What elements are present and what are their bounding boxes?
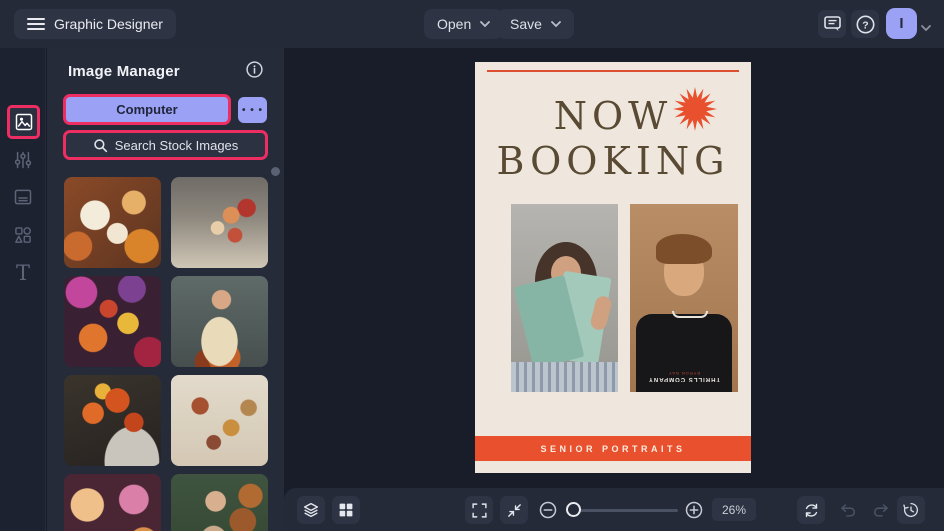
redo-icon <box>873 503 888 517</box>
image-manager-panel: Image Manager Computer • • • Search Stoc… <box>47 48 284 531</box>
zoom-slider-handle[interactable] <box>566 502 581 517</box>
stock-image-thumbnail[interactable] <box>64 276 161 367</box>
shapes-icon <box>15 227 31 243</box>
feedback-icon <box>823 16 841 31</box>
photo-detail <box>511 362 618 392</box>
zoom-level-display[interactable]: 26% <box>712 498 756 521</box>
expand-icon <box>471 502 487 518</box>
open-button-label: Open <box>437 16 472 32</box>
photo-detail: THRILLS COMPANY BYRON BAY <box>636 311 732 392</box>
sidebar-item-templates[interactable] <box>0 179 46 215</box>
image-icon <box>15 113 32 131</box>
help-icon: ? <box>856 15 874 33</box>
panel-title: Image Manager <box>68 63 180 80</box>
layers-icon <box>303 502 319 518</box>
more-sources-button[interactable]: • • • <box>238 97 267 123</box>
user-avatar[interactable]: I <box>886 8 917 39</box>
shirt-text: THRILLS COMPANY BYRON BAY <box>636 371 732 382</box>
stock-image-thumbnail[interactable] <box>171 375 268 466</box>
grid-icon <box>339 503 353 517</box>
chevron-down-icon <box>480 20 491 27</box>
tool-sidebar: T <box>0 48 46 531</box>
plus-circle-icon <box>685 501 703 519</box>
history-button[interactable] <box>897 496 925 524</box>
panel-scrollbar-thumb[interactable] <box>271 167 280 176</box>
poster-photo-woman-with-book[interactable] <box>511 204 618 392</box>
shirt-text-line1: THRILLS COMPANY <box>647 376 721 382</box>
search-icon <box>93 138 107 152</box>
reset-button[interactable] <box>797 496 825 524</box>
stock-image-thumbnail[interactable] <box>171 276 268 367</box>
sidebar-item-text[interactable]: T <box>0 255 46 291</box>
zoom-slider-track[interactable] <box>572 509 678 512</box>
chevron-down-icon <box>921 25 931 32</box>
card-icon <box>14 189 32 205</box>
redo-button[interactable] <box>866 496 894 524</box>
minus-circle-icon <box>539 501 557 519</box>
main-menu-button[interactable]: Graphic Designer <box>14 9 176 39</box>
zoom-level-value: 26% <box>721 502 747 517</box>
search-placeholder: Search Stock Images <box>114 137 239 153</box>
poster-headline-line2: BOOKING <box>496 139 730 183</box>
computer-source-label: Computer <box>116 102 178 117</box>
info-button[interactable] <box>246 61 263 83</box>
top-bar: Graphic Designer Open Save ? I <box>0 0 944 48</box>
sidebar-item-image-manager[interactable] <box>7 105 40 139</box>
stock-image-thumbnail[interactable] <box>64 474 161 531</box>
ellipsis-icon: • • • <box>241 104 264 116</box>
canvas-toolbar: 26% <box>284 488 944 531</box>
sidebar-item-graphics[interactable] <box>0 217 46 253</box>
save-button-label: Save <box>510 16 542 32</box>
poster-accent-line[interactable] <box>487 70 739 72</box>
stock-image-thumbnail[interactable] <box>64 177 161 268</box>
menu-icon <box>27 18 45 30</box>
avatar-initial: I <box>899 15 904 32</box>
info-icon <box>246 61 263 78</box>
poster-photo-young-man[interactable]: THRILLS COMPANY BYRON BAY <box>630 204 738 392</box>
grid-view-button[interactable] <box>332 496 360 524</box>
stock-image-thumbnail[interactable] <box>64 375 161 466</box>
sliders-icon <box>14 151 32 169</box>
refresh-icon <box>805 503 817 517</box>
stock-image-thumbnail[interactable] <box>171 474 268 531</box>
open-button[interactable]: Open <box>424 9 504 39</box>
undo-button[interactable] <box>834 496 862 524</box>
app-title: Graphic Designer <box>54 16 163 32</box>
poster-banner-text: SENIOR PORTRAITS <box>540 443 686 454</box>
fullscreen-button[interactable] <box>465 496 493 524</box>
sidebar-item-edit[interactable] <box>0 142 46 178</box>
layers-button[interactable] <box>297 496 325 524</box>
fit-to-screen-button[interactable] <box>500 496 528 524</box>
computer-source-button[interactable]: Computer <box>63 94 231 125</box>
save-button[interactable]: Save <box>497 9 574 39</box>
starburst-graphic[interactable] <box>673 87 717 131</box>
svg-text:?: ? <box>862 19 868 31</box>
stock-image-thumbnail[interactable] <box>171 177 268 268</box>
history-icon <box>903 502 919 518</box>
text-icon: T <box>15 261 30 285</box>
photo-detail <box>656 234 712 264</box>
feedback-button[interactable] <box>818 10 846 38</box>
chevron-down-icon <box>551 20 561 27</box>
poster-banner[interactable]: SENIOR PORTRAITS <box>475 436 751 461</box>
account-menu-button[interactable] <box>921 19 931 37</box>
zoom-in-button[interactable] <box>680 496 708 524</box>
collapse-icon <box>507 503 521 517</box>
undo-icon <box>840 503 855 517</box>
stock-image-search-input[interactable]: Search Stock Images <box>63 130 268 160</box>
zoom-out-button[interactable] <box>534 496 562 524</box>
photo-detail <box>672 311 708 318</box>
help-button[interactable]: ? <box>851 10 879 38</box>
graphic-designer-app: Graphic Designer Open Save ? I T Image M… <box>0 0 944 531</box>
